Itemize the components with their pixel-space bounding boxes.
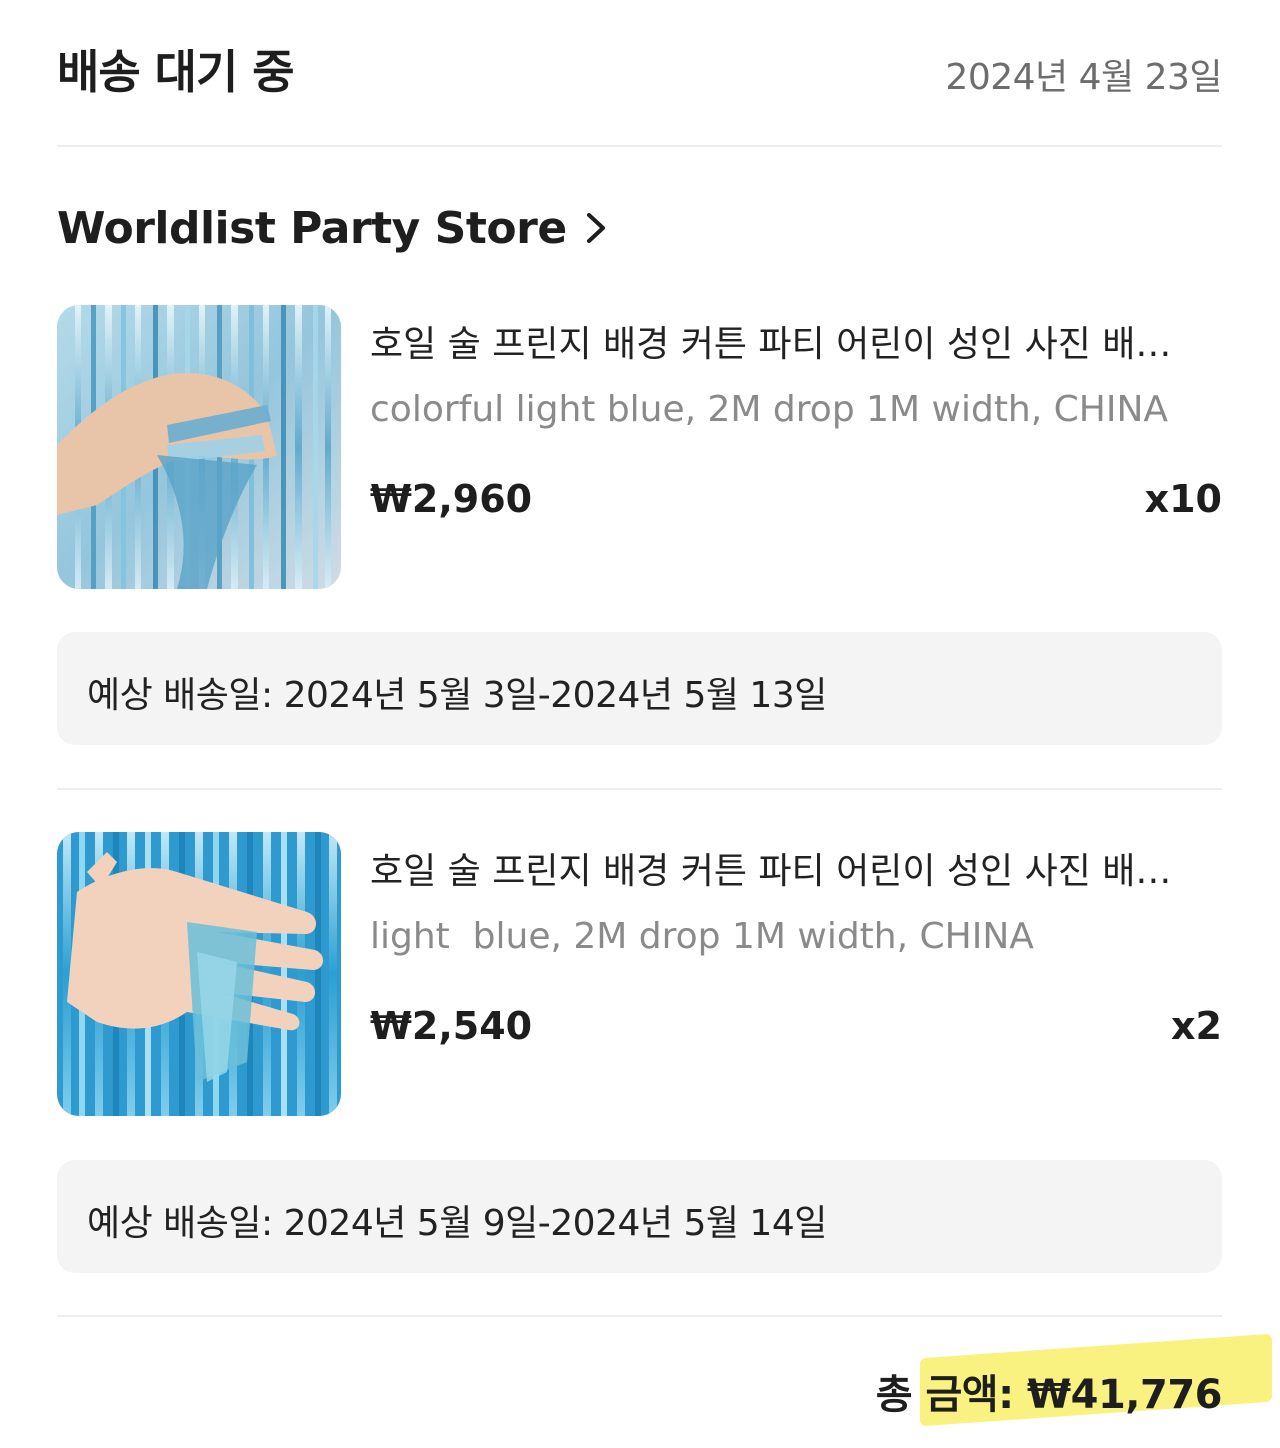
item-price: ₩2,960 <box>370 477 533 521</box>
order-header: 배송 대기 중 2024년 4월 23일 <box>57 30 1222 110</box>
product-image[interactable] <box>57 305 341 589</box>
estimated-delivery-text: 예상 배송일: 2024년 5월 9일-2024년 5월 14일 <box>87 1203 827 1244</box>
estimated-delivery-box: 예상 배송일: 2024년 5월 3일-2024년 5월 13일 <box>57 632 1222 745</box>
order-item[interactable]: 호일 술 프린지 배경 커튼 파티 어린이 성인 사진 배경 장식 생일 웨딩 … <box>57 305 1222 591</box>
estimated-delivery-text: 예상 배송일: 2024년 5월 3일-2024년 5월 13일 <box>87 675 827 716</box>
item-title[interactable]: 호일 술 프린지 배경 커튼 파티 어린이 성인 사진 배경 장식 생일 웨딩 <box>370 842 1192 894</box>
divider <box>57 145 1222 147</box>
product-image[interactable] <box>57 832 341 1116</box>
order-date: 2024년 4월 23일 <box>945 57 1222 98</box>
item-price: ₩2,540 <box>370 1004 533 1048</box>
order-status-title: 배송 대기 중 <box>57 45 295 99</box>
divider <box>57 1315 1222 1317</box>
store-name: Worldlist Party Store <box>57 202 567 254</box>
store-link[interactable]: Worldlist Party Store <box>57 196 615 260</box>
order-total: 총 금액: ₩41,776 <box>875 1372 1223 1418</box>
item-variant: colorful light blue, 2M drop 1M width, C… <box>370 389 1169 430</box>
order-item[interactable]: 호일 술 프린지 배경 커튼 파티 어린이 성인 사진 배경 장식 생일 웨딩 … <box>57 832 1222 1118</box>
chevron-right-icon <box>577 203 615 253</box>
item-quantity: x10 <box>1144 477 1222 521</box>
divider <box>57 788 1222 790</box>
item-quantity: x2 <box>1171 1004 1222 1048</box>
item-title[interactable]: 호일 술 프린지 배경 커튼 파티 어린이 성인 사진 배경 장식 생일 웨딩 <box>370 315 1192 367</box>
estimated-delivery-box: 예상 배송일: 2024년 5월 9일-2024년 5월 14일 <box>57 1160 1222 1273</box>
item-variant: light blue, 2M drop 1M width, CHINA <box>370 916 1034 957</box>
